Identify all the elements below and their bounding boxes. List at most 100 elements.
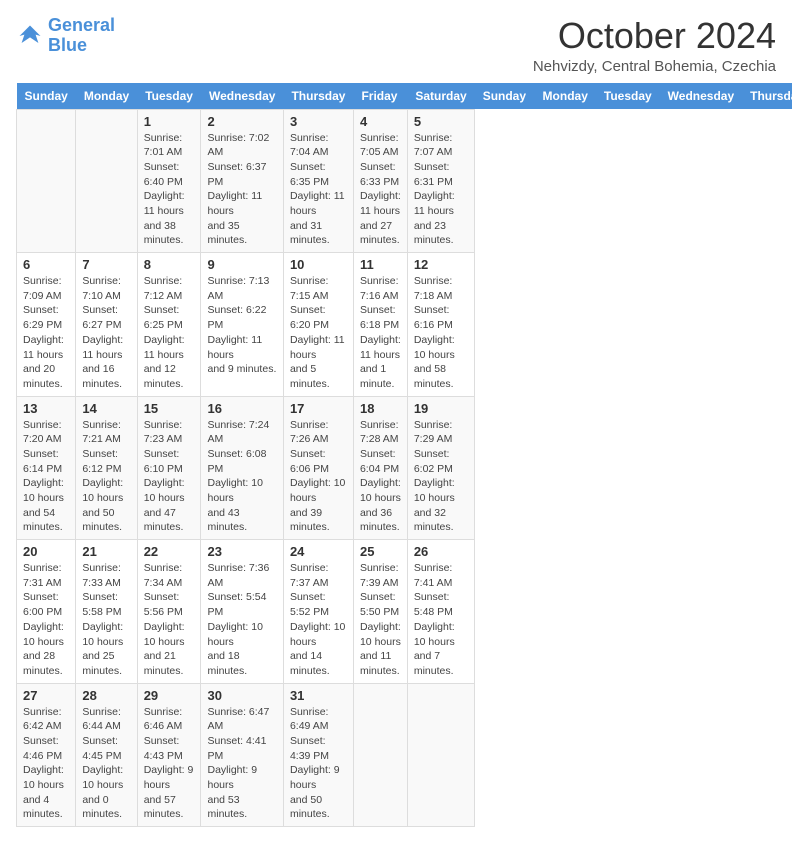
calendar-cell: 28 Sunrise: 6:44 AM Sunset: 4:45 PM Dayli… <box>76 683 137 827</box>
day-number: 20 <box>23 544 69 559</box>
calendar-cell: 1Sunrise: 7:01 AM Sunset: 6:40 PM Daylig… <box>137 109 201 253</box>
day-number: 27 <box>23 688 69 703</box>
header-day-monday: Monday <box>76 83 137 110</box>
logo: General Blue <box>16 16 115 56</box>
calendar-cell: 13Sunrise: 7:20 AM Sunset: 6:14 PM Dayli… <box>17 396 76 540</box>
day-info: Sunrise: 7:09 AM Sunset: 6:29 PM Dayligh… <box>23 274 69 392</box>
day-number: 3 <box>290 114 347 129</box>
day-number: 31 <box>290 688 347 703</box>
calendar-cell: 15 Sunrise: 7:23 AM Sunset: 6:10 PM Dayli… <box>137 396 201 540</box>
day-number: 7 <box>82 257 130 272</box>
day-info: Sunrise: 7:16 AM Sunset: 6:18 PM Dayligh… <box>360 274 401 392</box>
week-row-3: 13Sunrise: 7:20 AM Sunset: 6:14 PM Dayli… <box>17 396 792 540</box>
header-day-wednesday: Wednesday <box>660 83 742 110</box>
day-info: Sunrise: 7:07 AM Sunset: 6:31 PM Dayligh… <box>414 131 468 249</box>
day-info: Sunrise: 7:21 AM Sunset: 6:12 PM Dayligh… <box>82 418 130 536</box>
calendar-cell: 27 Sunrise: 6:42 AM Sunset: 4:46 PM Dayli… <box>17 683 76 827</box>
day-number: 23 <box>207 544 276 559</box>
day-info: Sunrise: 6:47 AM Sunset: 4:41 PM Dayligh… <box>207 705 276 823</box>
day-number: 5 <box>414 114 468 129</box>
day-info: Sunrise: 7:23 AM Sunset: 6:10 PM Dayligh… <box>144 418 195 536</box>
page-header: General Blue October 2024 Nehvizdy, Cent… <box>16 16 776 75</box>
day-number: 1 <box>144 114 195 129</box>
day-info: Sunrise: 7:04 AM Sunset: 6:35 PM Dayligh… <box>290 131 347 249</box>
week-row-1: 1Sunrise: 7:01 AM Sunset: 6:40 PM Daylig… <box>17 109 792 253</box>
week-row-2: 6Sunrise: 7:09 AM Sunset: 6:29 PM Daylig… <box>17 253 792 397</box>
calendar-cell: 29 Sunrise: 6:46 AM Sunset: 4:43 PM Dayli… <box>137 683 201 827</box>
day-number: 8 <box>144 257 195 272</box>
day-info: Sunrise: 7:20 AM Sunset: 6:14 PM Dayligh… <box>23 418 69 536</box>
header-day-tuesday: Tuesday <box>137 83 201 110</box>
calendar-cell: 23 Sunrise: 7:36 AM Sunset: 5:54 PM Dayli… <box>201 540 283 684</box>
day-info: Sunrise: 6:42 AM Sunset: 4:46 PM Dayligh… <box>23 705 69 823</box>
header-day-wednesday: Wednesday <box>201 83 283 110</box>
day-number: 2 <box>207 114 276 129</box>
day-info: Sunrise: 7:10 AM Sunset: 6:27 PM Dayligh… <box>82 274 130 392</box>
day-info: Sunrise: 6:46 AM Sunset: 4:43 PM Dayligh… <box>144 705 195 823</box>
day-number: 9 <box>207 257 276 272</box>
day-number: 22 <box>144 544 195 559</box>
day-number: 26 <box>414 544 468 559</box>
calendar-cell: 18Sunrise: 7:28 AM Sunset: 6:04 PM Dayli… <box>353 396 407 540</box>
calendar-cell: 21 Sunrise: 7:33 AM Sunset: 5:58 PM Dayli… <box>76 540 137 684</box>
header-row: SundayMondayTuesdayWednesdayThursdayFrid… <box>17 83 792 110</box>
day-info: Sunrise: 7:28 AM Sunset: 6:04 PM Dayligh… <box>360 418 401 536</box>
day-info: Sunrise: 7:26 AM Sunset: 6:06 PM Dayligh… <box>290 418 347 536</box>
calendar-cell: 10Sunrise: 7:15 AM Sunset: 6:20 PM Dayli… <box>283 253 353 397</box>
header-day-friday: Friday <box>353 83 407 110</box>
calendar-cell: 26 Sunrise: 7:41 AM Sunset: 5:48 PM Dayli… <box>407 540 474 684</box>
day-number: 16 <box>207 401 276 416</box>
calendar-cell: 17 Sunrise: 7:26 AM Sunset: 6:06 PM Dayli… <box>283 396 353 540</box>
calendar-cell: 25Sunrise: 7:39 AM Sunset: 5:50 PM Dayli… <box>353 540 407 684</box>
location: Nehvizdy, Central Bohemia, Czechia <box>533 58 776 75</box>
calendar-cell: 8 Sunrise: 7:12 AM Sunset: 6:25 PM Daylig… <box>137 253 201 397</box>
header-day-thursday: Thursday <box>283 83 353 110</box>
day-info: Sunrise: 7:05 AM Sunset: 6:33 PM Dayligh… <box>360 131 401 249</box>
day-number: 15 <box>144 401 195 416</box>
calendar-cell: 2 Sunrise: 7:02 AM Sunset: 6:37 PM Daylig… <box>201 109 283 253</box>
day-number: 29 <box>144 688 195 703</box>
calendar-cell: 19 Sunrise: 7:29 AM Sunset: 6:02 PM Dayli… <box>407 396 474 540</box>
day-info: Sunrise: 6:44 AM Sunset: 4:45 PM Dayligh… <box>82 705 130 823</box>
month-title: October 2024 <box>533 16 776 56</box>
calendar-cell: 22Sunrise: 7:34 AM Sunset: 5:56 PM Dayli… <box>137 540 201 684</box>
calendar-cell: 3 Sunrise: 7:04 AM Sunset: 6:35 PM Daylig… <box>283 109 353 253</box>
day-info: Sunrise: 7:24 AM Sunset: 6:08 PM Dayligh… <box>207 418 276 536</box>
header-day-sunday: Sunday <box>17 83 76 110</box>
day-number: 14 <box>82 401 130 416</box>
calendar-cell: 5 Sunrise: 7:07 AM Sunset: 6:31 PM Daylig… <box>407 109 474 253</box>
calendar-cell: 6Sunrise: 7:09 AM Sunset: 6:29 PM Daylig… <box>17 253 76 397</box>
week-row-5: 27 Sunrise: 6:42 AM Sunset: 4:46 PM Dayli… <box>17 683 792 827</box>
day-info: Sunrise: 7:36 AM Sunset: 5:54 PM Dayligh… <box>207 561 276 679</box>
day-info: Sunrise: 7:13 AM Sunset: 6:22 PM Dayligh… <box>207 274 276 377</box>
day-number: 19 <box>414 401 468 416</box>
day-info: Sunrise: 7:29 AM Sunset: 6:02 PM Dayligh… <box>414 418 468 536</box>
calendar-cell <box>353 683 407 827</box>
day-number: 24 <box>290 544 347 559</box>
calendar-cell <box>17 109 76 253</box>
header-day-monday: Monday <box>535 83 596 110</box>
calendar-cell <box>407 683 474 827</box>
header-day-saturday: Saturday <box>407 83 474 110</box>
calendar-cell: 20Sunrise: 7:31 AM Sunset: 6:00 PM Dayli… <box>17 540 76 684</box>
calendar-cell <box>76 109 137 253</box>
day-number: 21 <box>82 544 130 559</box>
day-info: Sunrise: 6:49 AM Sunset: 4:39 PM Dayligh… <box>290 705 347 823</box>
day-number: 17 <box>290 401 347 416</box>
day-number: 12 <box>414 257 468 272</box>
day-info: Sunrise: 7:41 AM Sunset: 5:48 PM Dayligh… <box>414 561 468 679</box>
calendar-cell: 30Sunrise: 6:47 AM Sunset: 4:41 PM Dayli… <box>201 683 283 827</box>
day-info: Sunrise: 7:12 AM Sunset: 6:25 PM Dayligh… <box>144 274 195 392</box>
calendar-cell: 24 Sunrise: 7:37 AM Sunset: 5:52 PM Dayli… <box>283 540 353 684</box>
header-day-thursday: Thursday <box>742 83 792 110</box>
day-info: Sunrise: 7:37 AM Sunset: 5:52 PM Dayligh… <box>290 561 347 679</box>
day-number: 4 <box>360 114 401 129</box>
day-info: Sunrise: 7:02 AM Sunset: 6:37 PM Dayligh… <box>207 131 276 249</box>
day-number: 28 <box>82 688 130 703</box>
day-info: Sunrise: 7:33 AM Sunset: 5:58 PM Dayligh… <box>82 561 130 679</box>
calendar-table: SundayMondayTuesdayWednesdayThursdayFrid… <box>16 83 792 828</box>
day-info: Sunrise: 7:39 AM Sunset: 5:50 PM Dayligh… <box>360 561 401 679</box>
day-number: 11 <box>360 257 401 272</box>
calendar-cell: 9 Sunrise: 7:13 AM Sunset: 6:22 PM Daylig… <box>201 253 283 397</box>
calendar-cell: 12Sunrise: 7:18 AM Sunset: 6:16 PM Dayli… <box>407 253 474 397</box>
